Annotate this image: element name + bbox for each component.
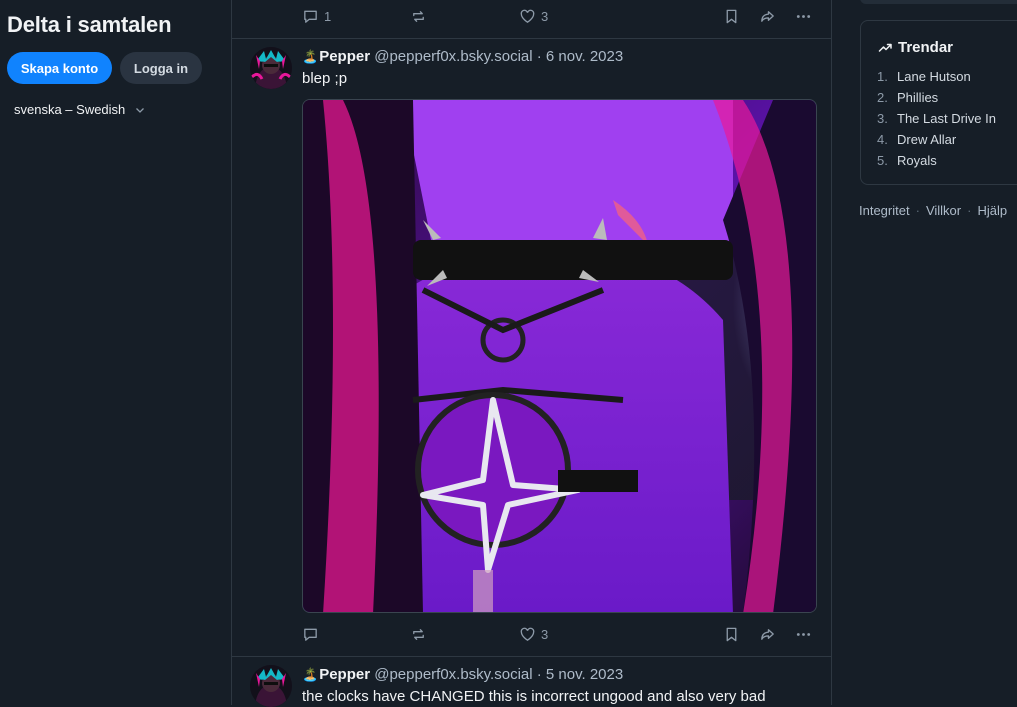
post-actions: 1 3: [302, 6, 817, 26]
login-button[interactable]: Logga in: [120, 52, 202, 84]
like-icon: [520, 627, 535, 641]
more-icon: [796, 14, 811, 18]
post-image-art: [303, 100, 816, 612]
repost-button[interactable]: [410, 6, 427, 26]
page-title: Delta i samtalen: [7, 12, 172, 37]
repost-button[interactable]: [410, 624, 427, 644]
author-emoji: 🏝️: [302, 49, 319, 64]
trending-item[interactable]: 1. Lane Hutson: [877, 69, 996, 90]
post-date[interactable]: 6 nov. 2023: [546, 48, 623, 65]
terms-link[interactable]: Villkor: [926, 203, 961, 218]
trending-rank: 1.: [877, 69, 888, 84]
avatar[interactable]: [250, 665, 292, 707]
trending-icon: [878, 43, 892, 52]
share-button[interactable]: [759, 624, 776, 644]
post-divider: [232, 38, 831, 39]
trending-item[interactable]: 2. Phillies: [877, 90, 996, 111]
footer-links: Integritet · Villkor · Hjälp: [859, 203, 1007, 218]
trending-label: Lane Hutson: [897, 69, 971, 84]
like-count: 3: [541, 8, 549, 24]
help-link[interactable]: Hjälp: [977, 203, 1007, 218]
bookmark-button[interactable]: [723, 6, 740, 26]
author-name[interactable]: Pepper: [319, 48, 370, 65]
trending-label: Phillies: [897, 90, 939, 105]
trending-item[interactable]: 4. Drew Allar: [877, 132, 996, 153]
footer-separator: ·: [915, 203, 920, 218]
more-button[interactable]: [795, 624, 812, 644]
post-text: the clocks have CHANGED this is incorrec…: [302, 688, 766, 705]
reply-count: 1: [324, 8, 332, 24]
language-select[interactable]: svenska – Swedish: [14, 102, 145, 117]
privacy-link[interactable]: Integritet: [859, 203, 910, 218]
trending-panel: Trendar 1. Lane Hutson 2. Phillies 3. The L…: [860, 20, 1017, 185]
post-feed: 1 3 🏝️Pepper @pepperf0x.bsky.social · 6 …: [231, 0, 832, 707]
bookmark-icon: [726, 627, 737, 641]
repost-icon: [413, 628, 424, 640]
trending-rank: 3.: [877, 111, 888, 126]
post-header: 🏝️Pepper @pepperf0x.bsky.social · 6 nov.…: [302, 48, 623, 65]
trending-rank: 4.: [877, 132, 888, 147]
trending-title: Trendar: [878, 39, 953, 56]
author-handle[interactable]: @pepperf0x.bsky.social: [374, 48, 532, 65]
repost-icon: [413, 10, 424, 22]
reply-icon: [304, 10, 317, 23]
more-icon: [796, 632, 811, 636]
left-sidebar: Delta i samtalen Skapa konto Logga in sv…: [0, 0, 231, 705]
like-button[interactable]: 3: [519, 6, 548, 26]
reply-icon: [304, 628, 317, 641]
trending-title-text: Trendar: [898, 39, 954, 56]
post-divider: [232, 656, 831, 657]
bookmark-button[interactable]: [723, 624, 740, 644]
author-emoji: 🏝️: [302, 667, 319, 682]
post-image[interactable]: [302, 99, 817, 613]
search-bar[interactable]: [860, 0, 1017, 4]
trending-list: 1. Lane Hutson 2. Phillies 3. The Last Driv…: [877, 69, 996, 174]
share-icon: [761, 628, 774, 640]
chevron-down-icon: [136, 107, 145, 113]
like-count: 3: [541, 626, 549, 642]
trending-label: Drew Allar: [897, 132, 957, 147]
trending-label: Royals: [897, 153, 937, 168]
post-date[interactable]: 5 nov. 2023: [546, 666, 623, 683]
footer-separator: ·: [967, 203, 972, 218]
like-button[interactable]: 3: [519, 624, 548, 644]
meta-separator: ·: [536, 666, 542, 683]
post-actions: 3: [302, 624, 817, 644]
author-handle[interactable]: @pepperf0x.bsky.social: [374, 666, 532, 683]
trending-item[interactable]: 5. Royals: [877, 153, 996, 174]
post-text: blep ;p: [302, 70, 348, 87]
more-button[interactable]: [795, 6, 812, 26]
avatar[interactable]: [250, 47, 292, 89]
signup-button[interactable]: Skapa konto: [7, 52, 112, 84]
share-button[interactable]: [759, 6, 776, 26]
share-icon: [761, 10, 774, 22]
post-header: 🏝️Pepper @pepperf0x.bsky.social · 5 nov.…: [302, 666, 623, 683]
like-icon: [520, 9, 535, 23]
trending-label: The Last Drive In: [897, 111, 996, 126]
language-label: svenska – Swedish: [14, 102, 126, 117]
trending-item[interactable]: 3. The Last Drive In: [877, 111, 996, 132]
reply-button[interactable]: [302, 624, 319, 644]
bookmark-icon: [726, 9, 737, 23]
meta-separator: ·: [536, 48, 542, 65]
trending-rank: 2.: [877, 90, 888, 105]
right-sidebar: Trendar 1. Lane Hutson 2. Phillies 3. The L…: [832, 0, 1017, 705]
trending-rank: 5.: [877, 153, 888, 168]
author-name[interactable]: Pepper: [319, 666, 370, 683]
reply-button[interactable]: 1: [302, 6, 331, 26]
